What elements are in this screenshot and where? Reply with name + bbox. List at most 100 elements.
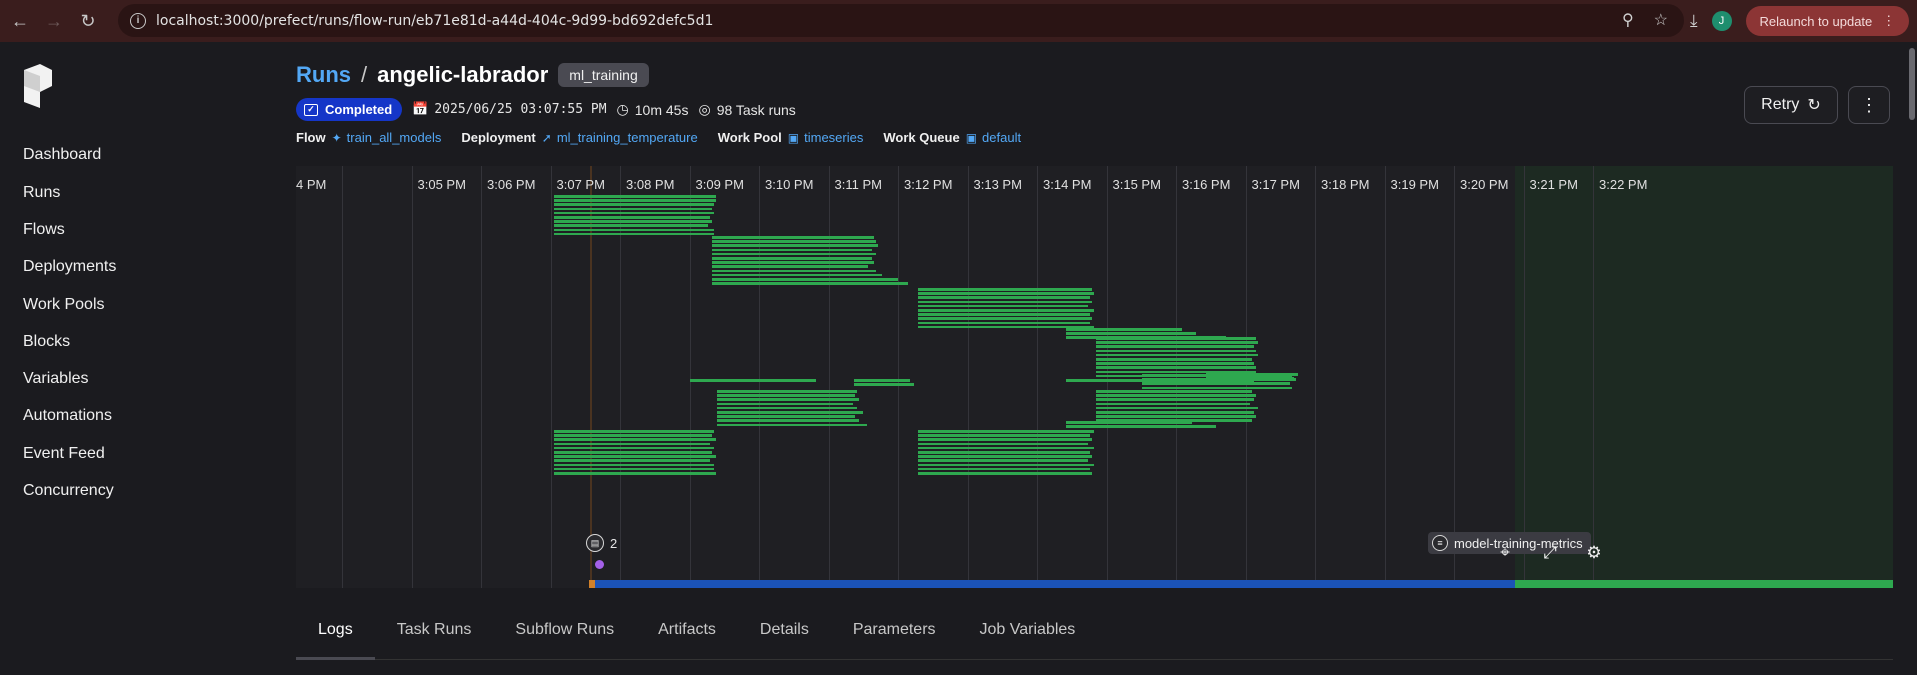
task-run-bar[interactable] [1096,415,1256,418]
task-run-bar[interactable] [1096,345,1254,348]
deployment-link[interactable]: ➚ ml_training_temperature [542,130,698,145]
work-queue-value[interactable]: default [982,130,1021,145]
task-run-bar[interactable] [712,252,876,256]
bookmark-star-icon[interactable]: ☆ [1654,10,1668,30]
tab-logs[interactable]: Logs [296,622,375,660]
sidebar-item-dashboard[interactable]: Dashboard [23,146,101,164]
task-run-bar[interactable] [918,442,1088,446]
task-run-bar[interactable] [712,261,874,264]
task-run-bar[interactable] [717,411,863,414]
task-run-bar[interactable] [918,304,1088,308]
sidebar-item-blocks[interactable]: Blocks [23,333,70,351]
task-run-bar[interactable] [712,282,908,285]
task-run-bar[interactable] [854,383,914,386]
task-run-bar[interactable] [717,415,855,418]
task-run-bar[interactable] [554,430,714,433]
task-run-bar[interactable] [918,296,1090,299]
task-run-bar[interactable] [717,423,867,427]
task-run-bar[interactable] [1096,390,1252,393]
tab-artifacts[interactable]: Artifacts [636,622,738,660]
task-run-bar[interactable] [854,379,910,382]
work-pool-value[interactable]: timeseries [804,130,863,145]
task-run-bar[interactable] [918,451,1090,454]
task-run-bar[interactable] [1096,406,1258,410]
task-run-bar[interactable] [1096,341,1258,344]
sidebar-item-automations[interactable]: Automations [23,407,112,425]
task-run-bar[interactable] [918,472,1092,475]
task-run-bar[interactable] [1096,362,1254,365]
breadcrumb-runs-link[interactable]: Runs [296,62,351,88]
task-run-bar[interactable] [717,390,857,393]
task-run-bar[interactable] [1066,379,1200,382]
task-run-bar[interactable] [918,455,1092,458]
tab-task-runs[interactable]: Task Runs [375,622,494,660]
task-run-bar[interactable] [1096,394,1256,397]
task-run-bar[interactable] [554,224,708,227]
flow-value[interactable]: train_all_models [347,130,442,145]
task-run-bar[interactable] [1066,332,1196,335]
task-run-bar[interactable] [918,300,1092,304]
task-run-bar[interactable] [554,467,714,471]
flow-link[interactable]: ✦ train_all_models [332,130,442,145]
task-run-bar[interactable] [554,207,712,211]
task-run-bar[interactable] [1096,411,1254,414]
sidebar-item-deployments[interactable]: Deployments [23,258,116,276]
forward-icon[interactable]: → [40,7,68,35]
sidebar-item-concurrency[interactable]: Concurrency [23,482,114,500]
task-run-bar[interactable] [1096,337,1256,340]
retry-button[interactable]: Retry ↻ [1744,86,1838,124]
fullscreen-icon[interactable]: ⤢ [1539,542,1561,564]
task-run-bar[interactable] [554,459,710,462]
task-run-bar[interactable] [554,446,714,450]
task-run-bar[interactable] [918,463,1094,467]
task-run-bar[interactable] [717,398,859,401]
task-run-bar[interactable] [918,430,1094,433]
task-run-bar[interactable] [690,379,816,382]
site-info-icon[interactable]: i [130,12,146,29]
task-run-bar[interactable] [712,265,868,268]
page-scrollbar[interactable] [1907,42,1917,675]
tab-details[interactable]: Details [738,622,831,660]
task-run-bar[interactable] [1096,358,1252,361]
task-run-bar[interactable] [712,257,872,260]
task-run-bar[interactable] [717,406,857,410]
task-run-bar[interactable] [554,195,716,198]
reload-icon[interactable]: ↻ [74,7,102,35]
task-run-bar[interactable] [712,236,874,239]
task-run-bar[interactable] [918,438,1092,441]
task-run-bar[interactable] [554,211,714,215]
task-run-bar[interactable] [554,472,716,475]
back-icon[interactable]: ← [6,7,34,35]
task-run-bar[interactable] [554,203,714,206]
prefect-logo[interactable] [22,64,54,108]
sidebar-item-work-pools[interactable]: Work Pools [23,296,105,314]
sidebar-item-event-feed[interactable]: Event Feed [23,445,105,463]
task-run-bar[interactable] [554,220,712,223]
relaunch-button[interactable]: Relaunch to update ⋮ [1745,6,1910,36]
task-run-bar[interactable] [1206,373,1298,376]
url-text[interactable]: localhost:3000/prefect/runs/flow-run/eb7… [156,13,713,29]
tab-subflow-runs[interactable]: Subflow Runs [493,622,636,660]
task-run-bar[interactable] [1096,366,1256,369]
task-run-bar[interactable] [1066,425,1216,428]
task-run-bar[interactable] [717,419,859,422]
tab-parameters[interactable]: Parameters [831,622,958,660]
profile-avatar[interactable]: J [1711,11,1732,31]
task-run-bar[interactable] [554,216,710,219]
task-run-bar[interactable] [717,394,855,397]
task-run-bar[interactable] [554,442,710,446]
task-run-bar[interactable] [1096,353,1258,357]
task-run-bar[interactable] [918,317,1092,320]
sidebar-item-runs[interactable]: Runs [23,184,60,202]
task-run-bar[interactable] [1066,421,1192,424]
task-run-bar[interactable] [712,244,878,247]
task-run-bar[interactable] [554,228,714,232]
task-run-bar[interactable] [1096,349,1256,353]
task-run-bar[interactable] [1066,328,1182,331]
task-run-bar[interactable] [554,455,716,458]
task-run-bar[interactable] [918,321,1090,325]
task-run-bar[interactable] [1142,386,1292,390]
task-run-bar[interactable] [918,467,1090,471]
settings-gear-icon[interactable]: ⚙ [1583,542,1605,564]
task-run-bar[interactable] [1096,402,1250,406]
